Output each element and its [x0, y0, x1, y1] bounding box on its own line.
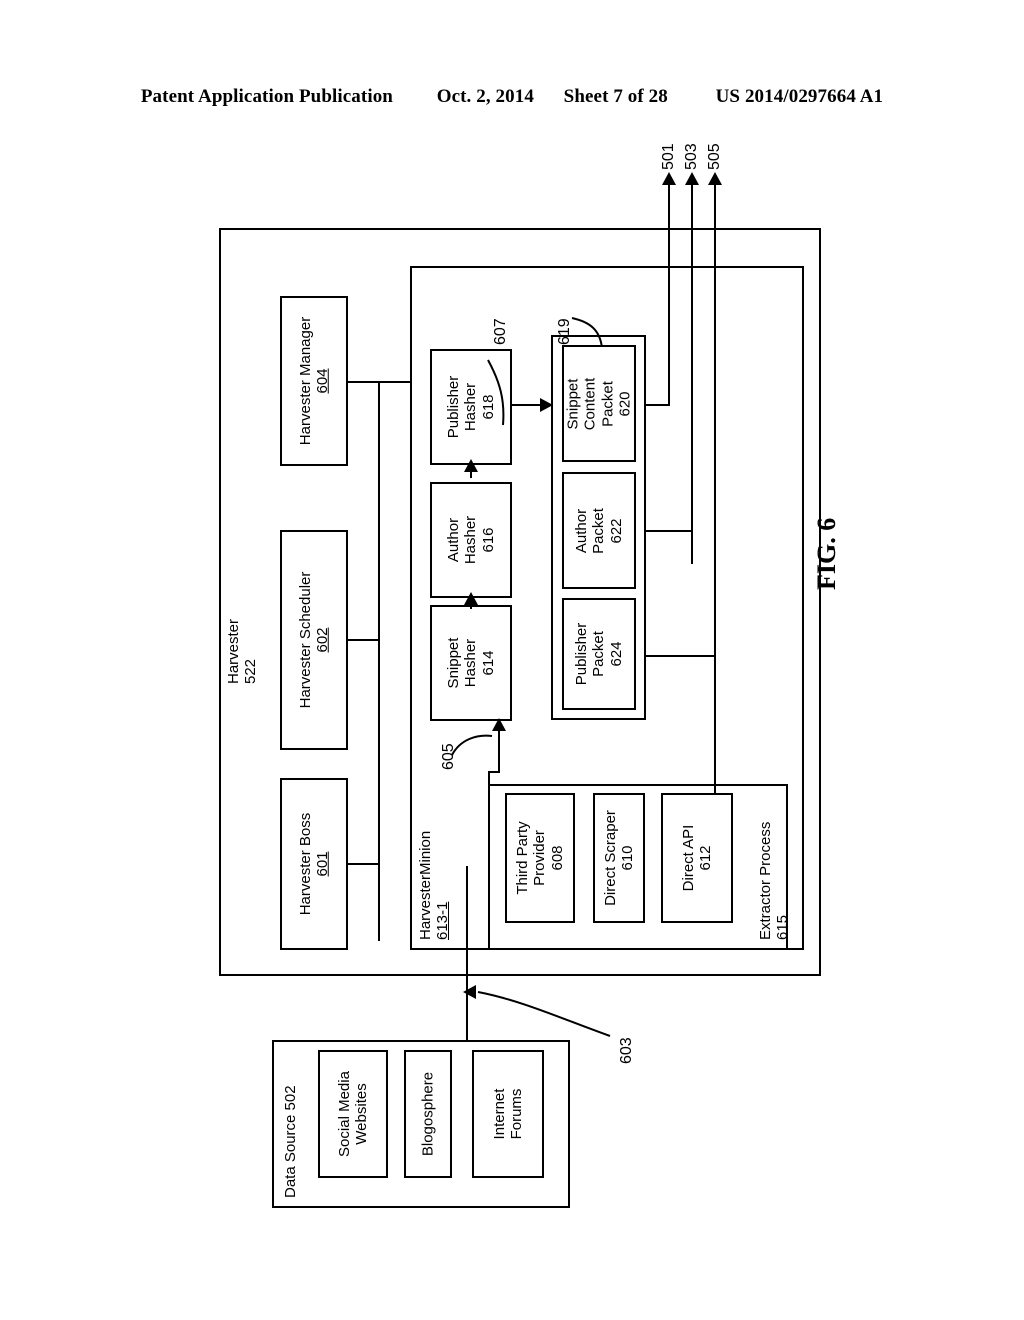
callout-603: 603: [618, 1037, 635, 1064]
callout-603-leader: [477, 991, 611, 1037]
